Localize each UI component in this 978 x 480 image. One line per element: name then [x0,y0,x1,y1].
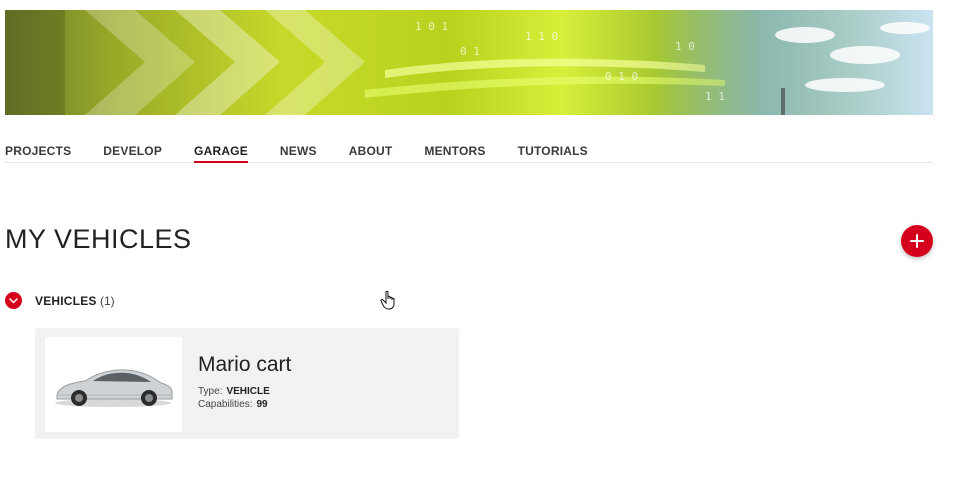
main-nav: PROJECTS DEVELOP GARAGE NEWS ABOUT MENTO… [5,140,933,163]
section-count: (1) [99,294,115,308]
vehicle-thumbnail [45,337,182,432]
nav-about[interactable]: ABOUT [349,140,393,162]
chevron-down-icon [9,297,18,303]
vehicle-type-row: Type: VEHICLE [198,385,270,398]
svg-text:0 1: 0 1 [460,45,480,58]
vehicle-card[interactable]: Mario cart Type: VEHICLE Capabilities: 99 [35,328,459,439]
banner-graphic: 1 0 1 0 1 1 1 0 0 1 0 1 0 1 1 [5,10,933,115]
nav-tutorials[interactable]: TUTORIALS [518,140,588,162]
page-title: MY VEHICLES [5,224,192,254]
vehicle-details: Type: VEHICLE Capabilities: 99 [198,385,270,411]
nav-news[interactable]: NEWS [280,140,317,162]
hand-cursor-icon [380,290,395,310]
capabilities-label: Capabilities: [198,399,253,410]
vehicles-section-header[interactable]: VEHICLES (1) [35,294,115,308]
svg-text:1 1 0: 1 1 0 [525,30,558,43]
nav-mentors[interactable]: MENTORS [424,140,485,162]
svg-text:1 0 1: 1 0 1 [415,20,448,33]
vehicle-capabilities-row: Capabilities: 99 [198,398,270,411]
vehicles-section-toggle[interactable] [5,292,22,309]
svg-text:1 1: 1 1 [705,90,725,103]
nav-garage[interactable]: GARAGE [194,140,248,163]
nav-projects[interactable]: PROJECTS [5,140,71,162]
car-image [55,369,173,407]
header-banner: 1 0 1 0 1 1 1 0 0 1 0 1 0 1 1 [5,10,933,115]
svg-text:1 0: 1 0 [675,40,695,53]
svg-text:0 1 0: 0 1 0 [605,70,638,83]
type-value: VEHICLE [226,386,270,397]
type-label: Type: [198,386,223,397]
section-title: VEHICLES [35,294,97,308]
add-vehicle-button[interactable] [901,225,933,257]
plus-icon [910,234,924,248]
vehicle-name: Mario cart [198,353,292,376]
nav-develop[interactable]: DEVELOP [103,140,162,162]
capabilities-value: 99 [256,399,268,410]
